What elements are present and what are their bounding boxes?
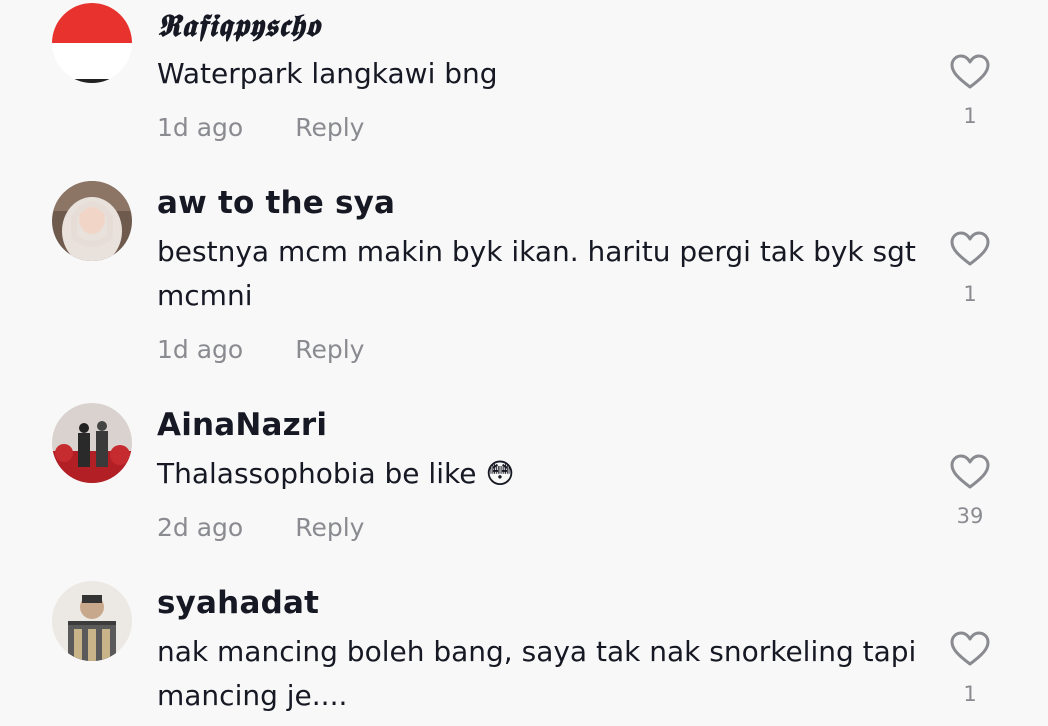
comment-text: bestnya mcm makin byk ikan. haritu pergi…: [157, 235, 916, 312]
like-button[interactable]: [950, 454, 990, 490]
comment-username[interactable]: 𝕽𝖆𝖋𝖎𝖖𝖕𝖞𝖘𝖈𝖍𝖔: [157, 8, 320, 45]
avatar-photo: [52, 581, 132, 661]
avatar-photo: [52, 403, 132, 483]
comment-meta: 1d ago Reply: [157, 113, 364, 142]
comment-username[interactable]: syahadat: [157, 585, 319, 621]
comment-text: Waterpark langkawi bng: [157, 57, 498, 90]
comment-username[interactable]: AinaNazri: [157, 407, 327, 443]
comment-username[interactable]: aw to the sya: [157, 185, 395, 221]
avatar[interactable]: [52, 181, 132, 261]
like-count: 39: [956, 504, 984, 528]
avatar[interactable]: [52, 403, 132, 483]
reply-button[interactable]: Reply: [295, 335, 364, 364]
comment-text: Thalassophobia be like 😳: [157, 457, 515, 490]
like-button[interactable]: [950, 231, 990, 267]
comment-timestamp: 2d ago: [157, 513, 244, 542]
avatar-flag-image: [52, 3, 132, 83]
comment-meta: 2d ago Reply: [157, 513, 364, 542]
heart-outline-icon: [950, 631, 990, 666]
avatar[interactable]: [52, 3, 132, 83]
like-count: 1: [963, 682, 977, 706]
reply-button[interactable]: Reply: [295, 513, 364, 542]
comment-timestamp: 1d ago: [157, 335, 244, 364]
comment-timestamp: 1d ago: [157, 113, 244, 142]
reply-button[interactable]: Reply: [295, 113, 364, 142]
comment-meta: 1d ago Reply: [157, 335, 364, 364]
avatar-photo: [52, 181, 132, 261]
like-count: 1: [963, 104, 977, 128]
comment-text: nak mancing boleh bang, saya tak nak sno…: [157, 635, 917, 712]
heart-outline-icon: [950, 454, 990, 489]
like-button[interactable]: [950, 631, 990, 667]
heart-outline-icon: [950, 231, 990, 266]
avatar[interactable]: [52, 581, 132, 661]
heart-outline-icon: [950, 54, 990, 89]
like-button[interactable]: [950, 54, 990, 90]
like-count: 1: [963, 282, 977, 306]
